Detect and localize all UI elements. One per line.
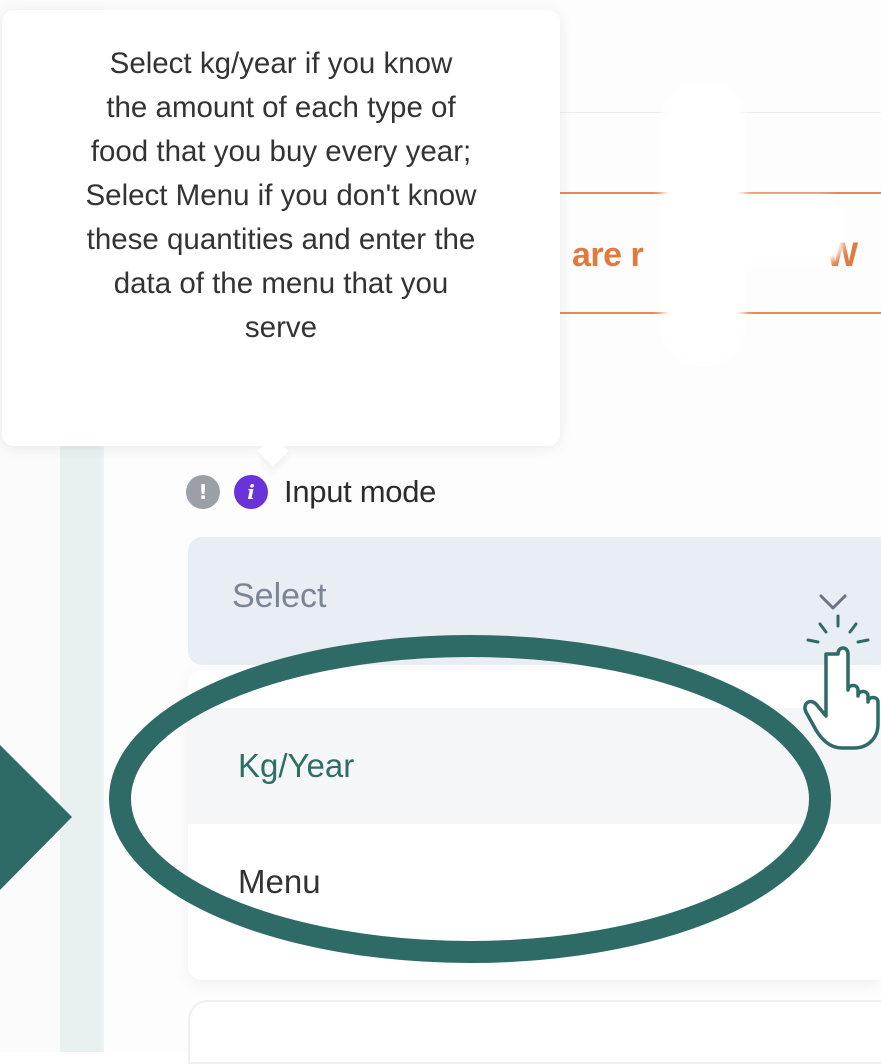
- tooltip-line: food that you buy every year;: [90, 135, 472, 168]
- help-tooltip: Select kg/year if you know the amount of…: [2, 10, 560, 446]
- tooltip-line: Select Menu if you don't know: [85, 179, 477, 212]
- input-mode-dropdown: Kg/Year Menu: [188, 670, 881, 980]
- triangle-right-icon: [0, 745, 72, 890]
- chevron-down-icon[interactable]: [818, 592, 848, 612]
- redaction-mark-2: [720, 200, 840, 260]
- input-mode-label: Input mode: [284, 474, 437, 509]
- option-label: Menu: [238, 863, 321, 900]
- tooltip-line: Select kg/year if you know: [109, 47, 453, 80]
- input-mode-select[interactable]: Select: [188, 537, 881, 665]
- background-tab-text[interactable]: are r: [572, 236, 644, 275]
- next-field-card: [188, 1000, 881, 1064]
- tooltip-line: serve: [244, 311, 318, 344]
- option-label: Kg/Year: [238, 747, 355, 784]
- hand-pointer-icon: [803, 614, 880, 750]
- option-menu[interactable]: Menu: [188, 824, 881, 940]
- option-kg-year[interactable]: Kg/Year: [188, 708, 881, 824]
- info-circle-icon[interactable]: i: [234, 475, 268, 509]
- select-placeholder: Select: [232, 577, 327, 615]
- tooltip-line: data of the menu that you: [113, 267, 449, 300]
- tooltip-line: these quantities and enter the: [86, 223, 476, 256]
- tooltip-line: the amount of each type of: [106, 91, 456, 124]
- exclamation-circle-icon[interactable]: !: [186, 475, 220, 509]
- input-mode-label-row: ! i Input mode: [186, 470, 436, 514]
